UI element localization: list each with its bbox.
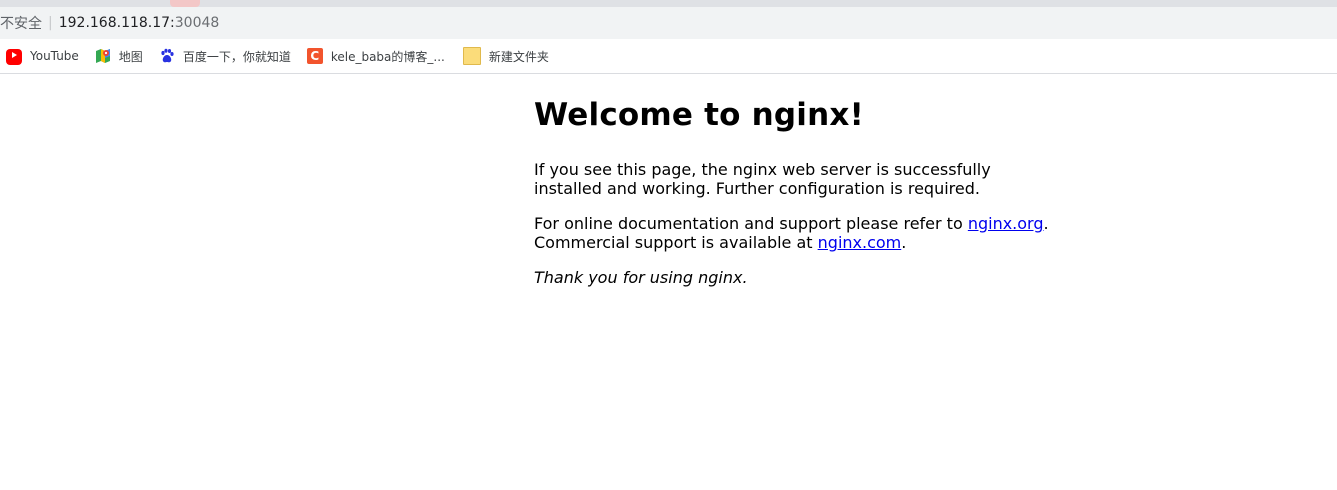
tab-strip <box>0 0 1337 7</box>
support-text: For online documentation and support ple… <box>534 214 968 233</box>
page-title: Welcome to nginx! <box>534 97 864 133</box>
url-host[interactable]: 192.168.118.17: <box>59 15 175 31</box>
nginx-com-link[interactable]: nginx.com <box>818 233 902 252</box>
bookmark-youtube[interactable]: YouTube <box>6 47 79 65</box>
bookmark-baidu[interactable]: 百度一下，你就知道 <box>159 48 291 65</box>
nginx-org-link[interactable]: nginx.org <box>968 214 1044 233</box>
maps-icon <box>95 48 111 64</box>
support-paragraph: For online documentation and support ple… <box>534 214 1054 252</box>
support-punct: . <box>1043 214 1049 233</box>
nginx-welcome-page: Welcome to nginx! If you see this page, … <box>534 75 1054 287</box>
address-separator: | <box>48 15 53 31</box>
security-indicator[interactable]: 不安全 <box>0 13 42 33</box>
commercial-punct: . <box>901 233 907 252</box>
address-bar[interactable]: 不安全 | 192.168.118.17:30048 <box>0 7 1337 39</box>
thanks-text: Thank you for using nginx. <box>534 268 748 287</box>
bookmark-label: 地图 <box>118 49 143 64</box>
bookmark-maps[interactable]: 地图 <box>95 48 143 65</box>
intro-paragraph: If you see this page, the nginx web serv… <box>534 160 991 198</box>
baidu-paw-icon <box>159 48 175 64</box>
bookmark-label: kele_baba的博客_... <box>330 49 445 64</box>
bookmark-label: 百度一下，你就知道 <box>182 49 291 64</box>
bookmark-folder[interactable]: 新建文件夹 <box>461 47 549 65</box>
bookmark-label: YouTube <box>30 49 79 63</box>
url-text[interactable]: 192.168.118.17:30048 <box>59 15 220 31</box>
commercial-text: Commercial support is available at <box>534 233 818 252</box>
youtube-icon <box>6 49 22 65</box>
folder-icon <box>462 47 481 65</box>
bookmark-label: 新建文件夹 <box>488 49 549 64</box>
csdn-icon: C <box>306 48 323 64</box>
url-port[interactable]: 30048 <box>175 15 220 31</box>
bookmark-csdn[interactable]: C kele_baba的博客_... <box>306 48 445 65</box>
bookmarks-bar: YouTube 地图 百度一下，你就知道 C kele_baba的博客_... … <box>0 39 1337 74</box>
tab-favicon[interactable] <box>170 0 200 7</box>
